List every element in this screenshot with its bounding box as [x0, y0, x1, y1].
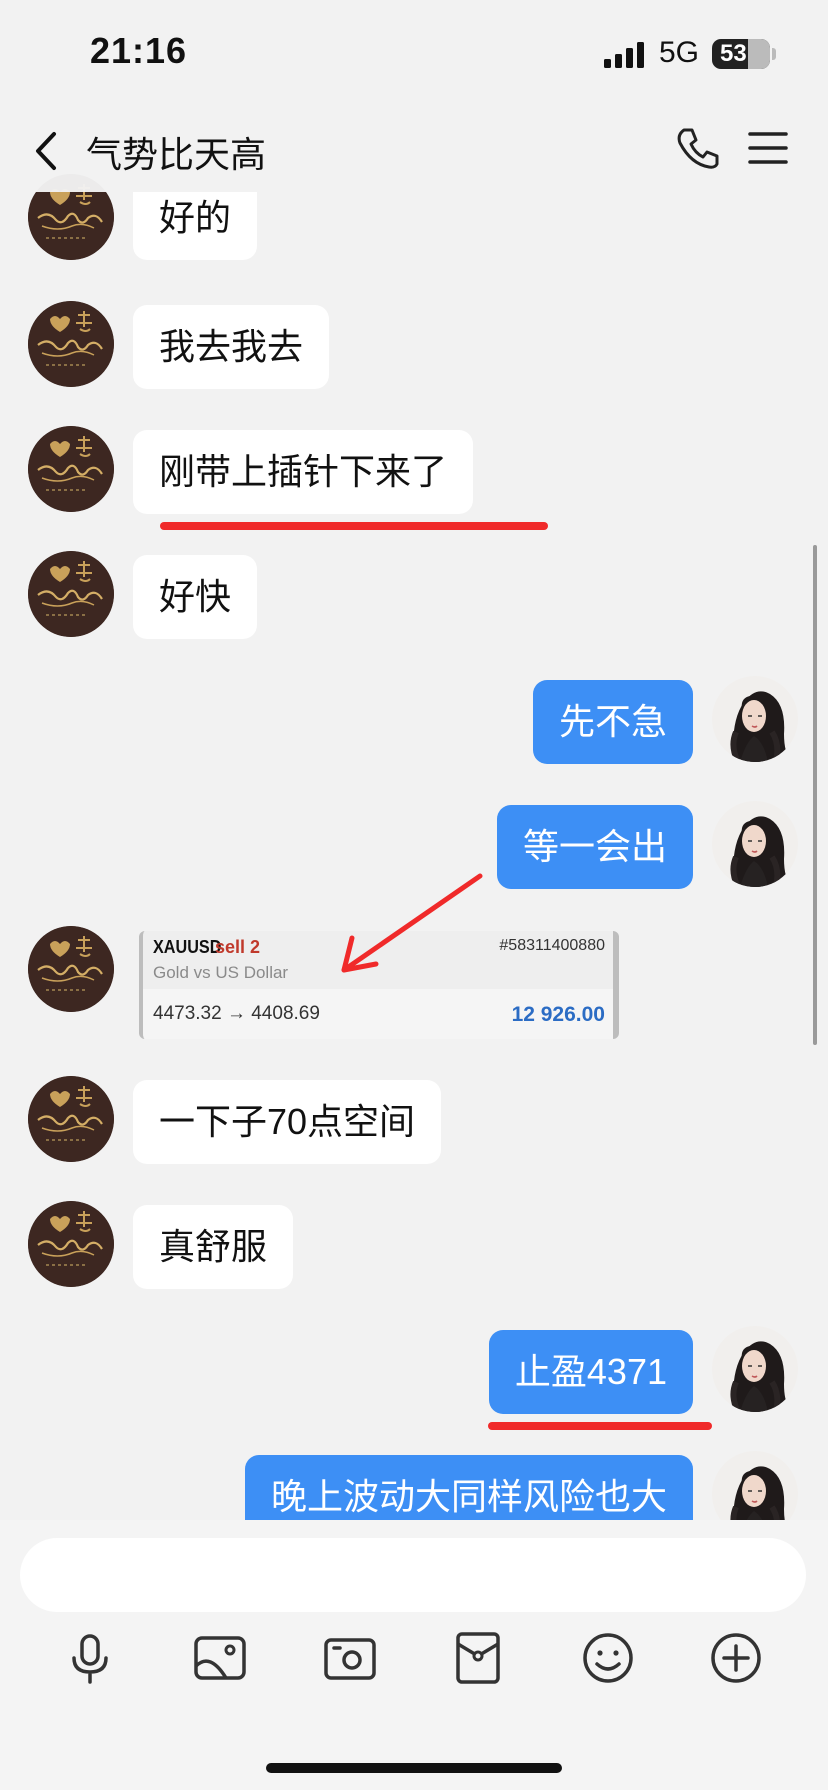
- phone-icon[interactable]: [672, 124, 720, 172]
- contact-avatar[interactable]: [28, 301, 114, 387]
- trade-profit: 12 926.00: [511, 1003, 605, 1026]
- message-bubble-outgoing[interactable]: 晚上波动大同样风险也大: [244, 1455, 693, 1520]
- camera-icon[interactable]: [322, 1630, 378, 1686]
- trade-description: Gold vs US Dollar: [153, 963, 289, 982]
- message-bubble-incoming[interactable]: 我去我去: [133, 305, 330, 389]
- chat-header: 气势比天高: [0, 110, 828, 192]
- back-icon[interactable]: [28, 126, 68, 176]
- message-bubble-incoming[interactable]: 一下子70点空间: [133, 1080, 442, 1164]
- red-packet-icon[interactable]: [450, 1630, 506, 1686]
- contact-avatar[interactable]: [28, 426, 114, 512]
- chat-title: 气势比天高: [86, 134, 267, 175]
- annotation-underline: [488, 1422, 712, 1430]
- annotation-underline: [160, 522, 548, 530]
- contact-avatar[interactable]: [28, 1201, 114, 1287]
- battery-level: 53: [720, 40, 747, 67]
- message-bubble-outgoing[interactable]: 止盈4371: [488, 1330, 693, 1414]
- trade-order-id: #58311400880: [499, 937, 605, 954]
- my-avatar[interactable]: [712, 1326, 798, 1412]
- status-bar: 21:16 5G 53: [0, 0, 828, 110]
- contact-avatar[interactable]: [28, 926, 114, 1012]
- status-time: 21:16: [90, 30, 188, 71]
- trade-symbol: XAUUSD: [153, 937, 222, 957]
- my-avatar[interactable]: [712, 1451, 798, 1520]
- message-bubble-incoming[interactable]: 刚带上插针下来了: [133, 430, 474, 514]
- plus-icon[interactable]: [708, 1630, 764, 1686]
- network-type: 5G: [659, 36, 700, 69]
- message-bubble-outgoing[interactable]: 等一会出: [496, 805, 693, 889]
- contact-avatar[interactable]: [28, 551, 114, 637]
- emoji-icon[interactable]: [580, 1630, 636, 1686]
- message-input[interactable]: [20, 1538, 806, 1612]
- message-bubble-outgoing[interactable]: 先不急: [532, 680, 693, 764]
- menu-icon[interactable]: [746, 128, 790, 168]
- annotation-arrow-icon: [341, 873, 483, 973]
- my-avatar[interactable]: [712, 676, 798, 762]
- contact-avatar[interactable]: [28, 1076, 114, 1162]
- composer-bar: [0, 1520, 828, 1790]
- battery-tip: [772, 48, 776, 60]
- cell-signal-icon: [604, 42, 644, 68]
- message-list: 好的 我去我去 刚带上插针下来了 好快 先不急 等一会出 XAUUSD sell…: [0, 170, 828, 1520]
- my-avatar[interactable]: [712, 801, 798, 887]
- trade-prices: 4473.32 → 4408.69: [153, 1003, 320, 1024]
- microphone-icon[interactable]: [62, 1630, 118, 1686]
- message-bubble-incoming[interactable]: 真舒服: [133, 1205, 294, 1289]
- image-icon[interactable]: [192, 1630, 248, 1686]
- trade-side: sell 2: [215, 937, 261, 957]
- home-indicator[interactable]: [266, 1763, 562, 1773]
- battery-icon: 53: [712, 39, 770, 69]
- message-bubble-incoming[interactable]: 好快: [133, 555, 258, 639]
- scrollbar[interactable]: [813, 545, 817, 1045]
